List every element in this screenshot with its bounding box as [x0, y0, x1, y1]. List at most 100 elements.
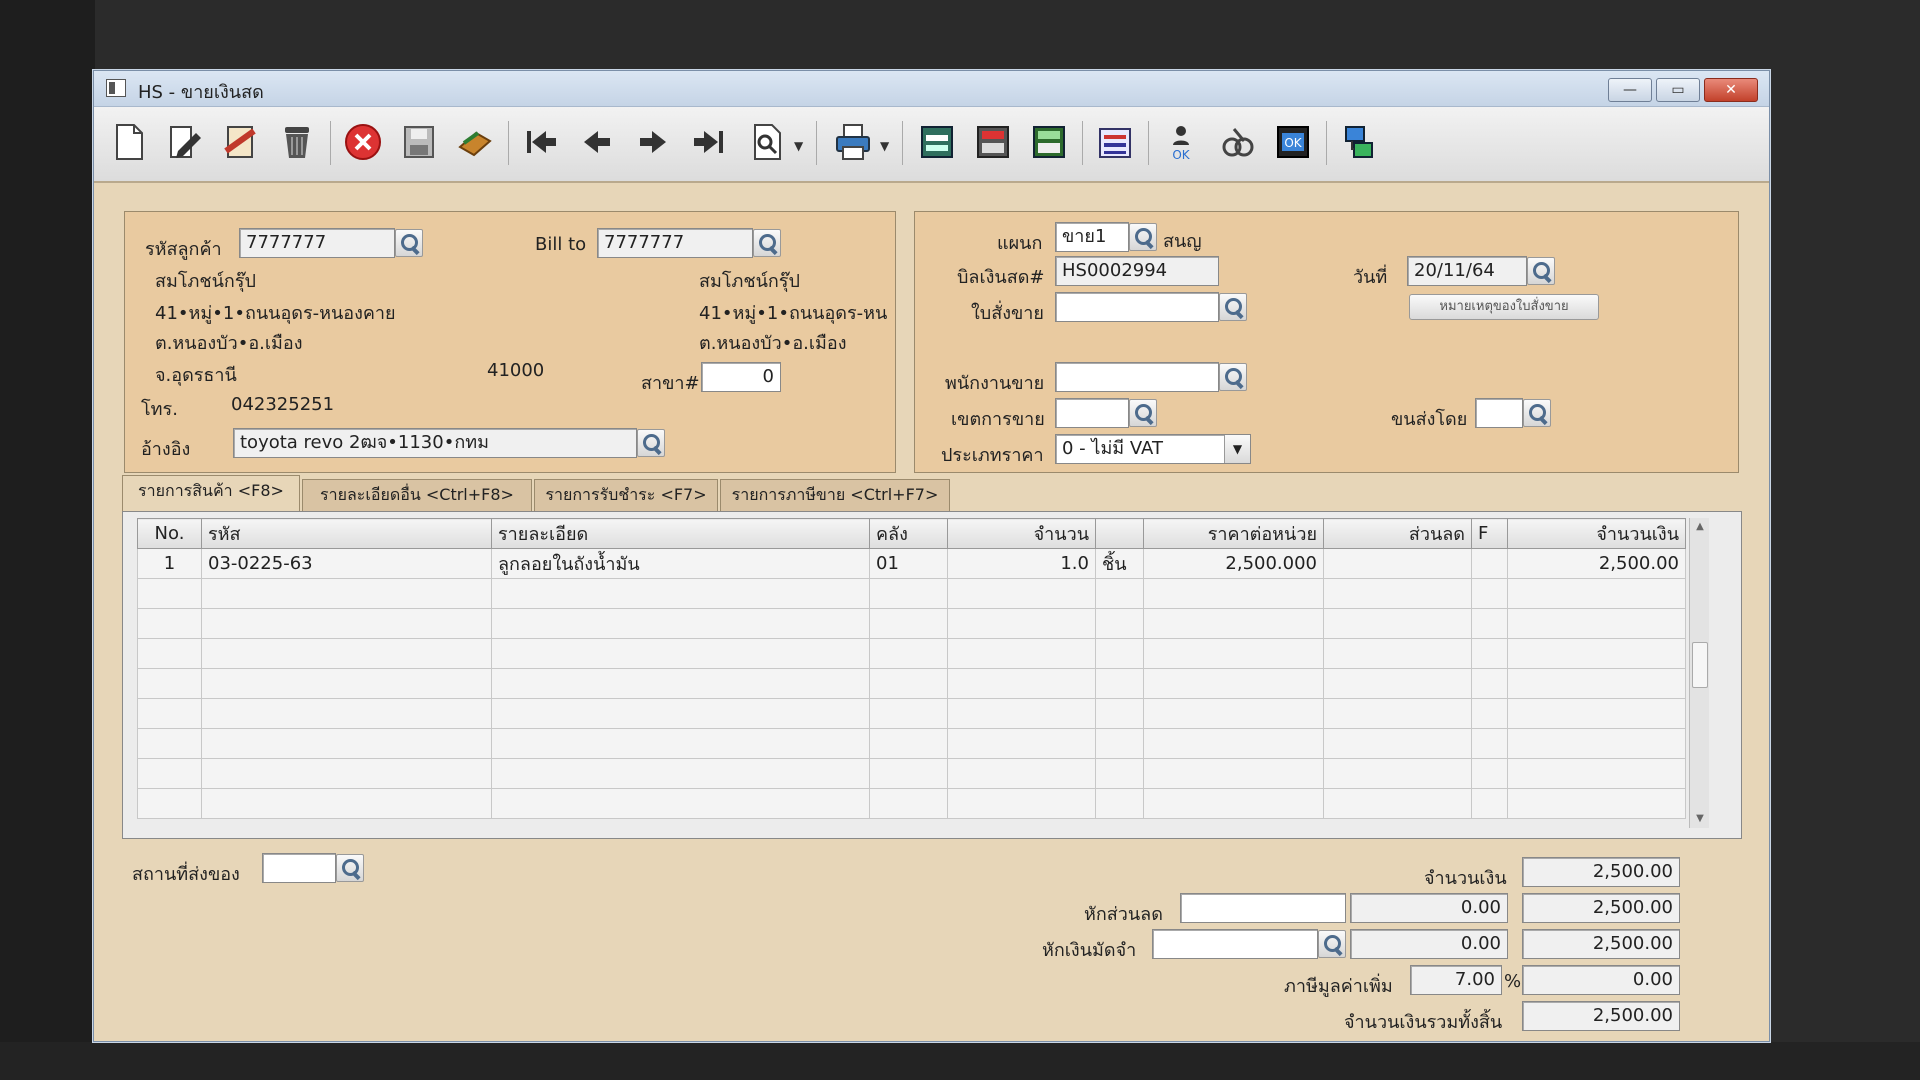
- col-quantity-header[interactable]: จำนวน: [947, 518, 1096, 549]
- approve-user-icon[interactable]: OK: [1160, 121, 1202, 163]
- row-quantity[interactable]: 1.0: [947, 548, 1096, 579]
- branch-field[interactable]: 0: [701, 362, 781, 392]
- row-unit-price[interactable]: 2,500.000: [1143, 548, 1324, 579]
- department-field[interactable]: ขาย1: [1055, 222, 1129, 252]
- date-field[interactable]: 20/11/64: [1407, 256, 1527, 286]
- col-description-header[interactable]: รายละเอียด: [491, 518, 870, 549]
- save-icon[interactable]: [398, 121, 440, 163]
- ship-place-search-icon[interactable]: [336, 854, 364, 882]
- table-row[interactable]: [137, 728, 1686, 759]
- col-amount-header[interactable]: จำนวนเงิน: [1507, 518, 1686, 549]
- salesperson-search-icon[interactable]: [1219, 363, 1247, 391]
- search-dropdown-icon[interactable]: ▼: [794, 139, 803, 153]
- print-icon[interactable]: [832, 121, 874, 163]
- next-record-icon[interactable]: [632, 121, 674, 163]
- tab-other-details[interactable]: รายละเอียดอื่น <Ctrl+F8>: [302, 479, 532, 511]
- row-amount[interactable]: 2,500.00: [1507, 548, 1686, 579]
- salesperson-field[interactable]: [1055, 362, 1219, 392]
- ok-document-icon[interactable]: OK: [1272, 121, 1314, 163]
- row-store[interactable]: 01: [869, 548, 948, 579]
- tools-icon[interactable]: [1216, 121, 1258, 163]
- chevron-down-icon[interactable]: ▼: [1224, 435, 1250, 463]
- col-f-header[interactable]: F: [1471, 518, 1508, 549]
- sales-order-search-icon[interactable]: [1219, 293, 1247, 321]
- row-description[interactable]: ลูกลอยในถังน้ำมัน: [491, 548, 870, 579]
- vat-rate-field[interactable]: 7.00: [1410, 965, 1502, 995]
- discount-input[interactable]: [1180, 893, 1346, 923]
- sales-order-label: ใบสั่งขาย: [971, 303, 1044, 324]
- table-row[interactable]: [137, 788, 1686, 819]
- col-discount-header[interactable]: ส่วนลด: [1323, 518, 1472, 549]
- settings-report-icon[interactable]: [1094, 121, 1136, 163]
- col-unit-price-header[interactable]: ราคาต่อหน่วย: [1143, 518, 1324, 549]
- table-row[interactable]: [137, 608, 1686, 639]
- department-search-icon[interactable]: [1129, 223, 1157, 251]
- deposit-label: หักเงินมัดจำ: [1042, 940, 1137, 961]
- tab-payments[interactable]: รายการรับชำระ <F7>: [534, 479, 718, 511]
- scroll-down-icon[interactable]: ▼: [1690, 810, 1710, 828]
- close-button[interactable]: ✕: [1704, 78, 1758, 102]
- tab-sales-tax[interactable]: รายการภาษีขาย <Ctrl+F7>: [720, 479, 950, 511]
- table-row[interactable]: 1 03-0225-63 ลูกลอยในถังน้ำมัน 01 1.0 ชิ…: [137, 548, 1686, 579]
- previous-record-icon[interactable]: [576, 121, 618, 163]
- new-document-icon[interactable]: [108, 121, 150, 163]
- reference-search-icon[interactable]: [637, 429, 665, 457]
- ship-by-search-icon[interactable]: [1523, 399, 1551, 427]
- col-no-header[interactable]: No.: [137, 518, 202, 549]
- table-row[interactable]: [137, 578, 1686, 609]
- report-icon[interactable]: [916, 121, 958, 163]
- import-icon[interactable]: [454, 121, 496, 163]
- table-row[interactable]: [137, 638, 1686, 669]
- sales-area-field[interactable]: [1055, 398, 1129, 428]
- bill-to-search-icon[interactable]: [753, 229, 781, 257]
- table-row[interactable]: [137, 668, 1686, 699]
- grid-scrollbar[interactable]: ▲ ▼: [1689, 518, 1709, 828]
- table-row[interactable]: [137, 698, 1686, 729]
- row-discount[interactable]: [1323, 548, 1472, 579]
- cash-bill-field[interactable]: HS0002994: [1055, 256, 1219, 286]
- col-code-header[interactable]: รหัส: [201, 518, 492, 549]
- bill-to-code-field[interactable]: 7777777: [597, 228, 753, 258]
- row-unit[interactable]: ชิ้น: [1095, 548, 1144, 579]
- customer-search-icon[interactable]: [395, 229, 423, 257]
- date-picker-icon[interactable]: [1527, 257, 1555, 285]
- price-type-select[interactable]: 0 - ไม่มี VAT ▼: [1055, 434, 1251, 464]
- deposit-search-icon[interactable]: [1318, 930, 1346, 958]
- app-icon: [106, 79, 126, 97]
- row-code[interactable]: 03-0225-63: [201, 548, 492, 579]
- table-row[interactable]: [137, 758, 1686, 789]
- col-unit-header[interactable]: [1095, 518, 1144, 549]
- title-bar: HS - ขายเงินสด — ▭ ✕: [94, 71, 1769, 107]
- reference-field[interactable]: toyota revo 2ฒจ•1130•กทม: [233, 428, 637, 458]
- row-f[interactable]: [1471, 548, 1508, 579]
- scroll-up-icon[interactable]: ▲: [1690, 518, 1710, 536]
- first-record-icon[interactable]: [520, 121, 562, 163]
- cancel-icon[interactable]: [342, 121, 384, 163]
- order-note-button[interactable]: หมายเหตุของใบสั่งขาย: [1409, 294, 1599, 320]
- delete-bin-icon[interactable]: [276, 121, 318, 163]
- customer-code-field[interactable]: 7777777: [239, 228, 395, 258]
- minimize-button[interactable]: —: [1608, 78, 1652, 102]
- maximize-button[interactable]: ▭: [1656, 78, 1700, 102]
- tab-items[interactable]: รายการสินค้า <F8>: [122, 475, 300, 511]
- items-table: No. รหัส รายละเอียด คลัง จำนวน ราคาต่อหน…: [137, 518, 1686, 819]
- price-type-label: ประเภทราคา: [941, 445, 1044, 466]
- edit-icon[interactable]: [164, 121, 206, 163]
- row-no[interactable]: 1: [137, 548, 202, 579]
- cash-sale-window: HS - ขายเงินสด — ▭ ✕ ▼ ▼ OK OK รหัสลูกค้…: [93, 70, 1770, 1042]
- last-record-icon[interactable]: [688, 121, 730, 163]
- col-store-header[interactable]: คลัง: [869, 518, 948, 549]
- calculator-icon[interactable]: [972, 121, 1014, 163]
- sales-order-field[interactable]: [1055, 292, 1219, 322]
- deposit-input[interactable]: [1152, 929, 1318, 959]
- sales-area-search-icon[interactable]: [1129, 399, 1157, 427]
- ship-place-field[interactable]: [262, 853, 336, 883]
- grand-total-field: 2,500.00: [1522, 1001, 1680, 1031]
- search-document-icon[interactable]: [746, 121, 788, 163]
- ship-by-field[interactable]: [1475, 398, 1523, 428]
- void-icon[interactable]: [220, 121, 262, 163]
- summary-icon[interactable]: [1028, 121, 1070, 163]
- scroll-thumb[interactable]: [1692, 642, 1708, 688]
- print-dropdown-icon[interactable]: ▼: [880, 139, 889, 153]
- network-icon[interactable]: [1338, 121, 1380, 163]
